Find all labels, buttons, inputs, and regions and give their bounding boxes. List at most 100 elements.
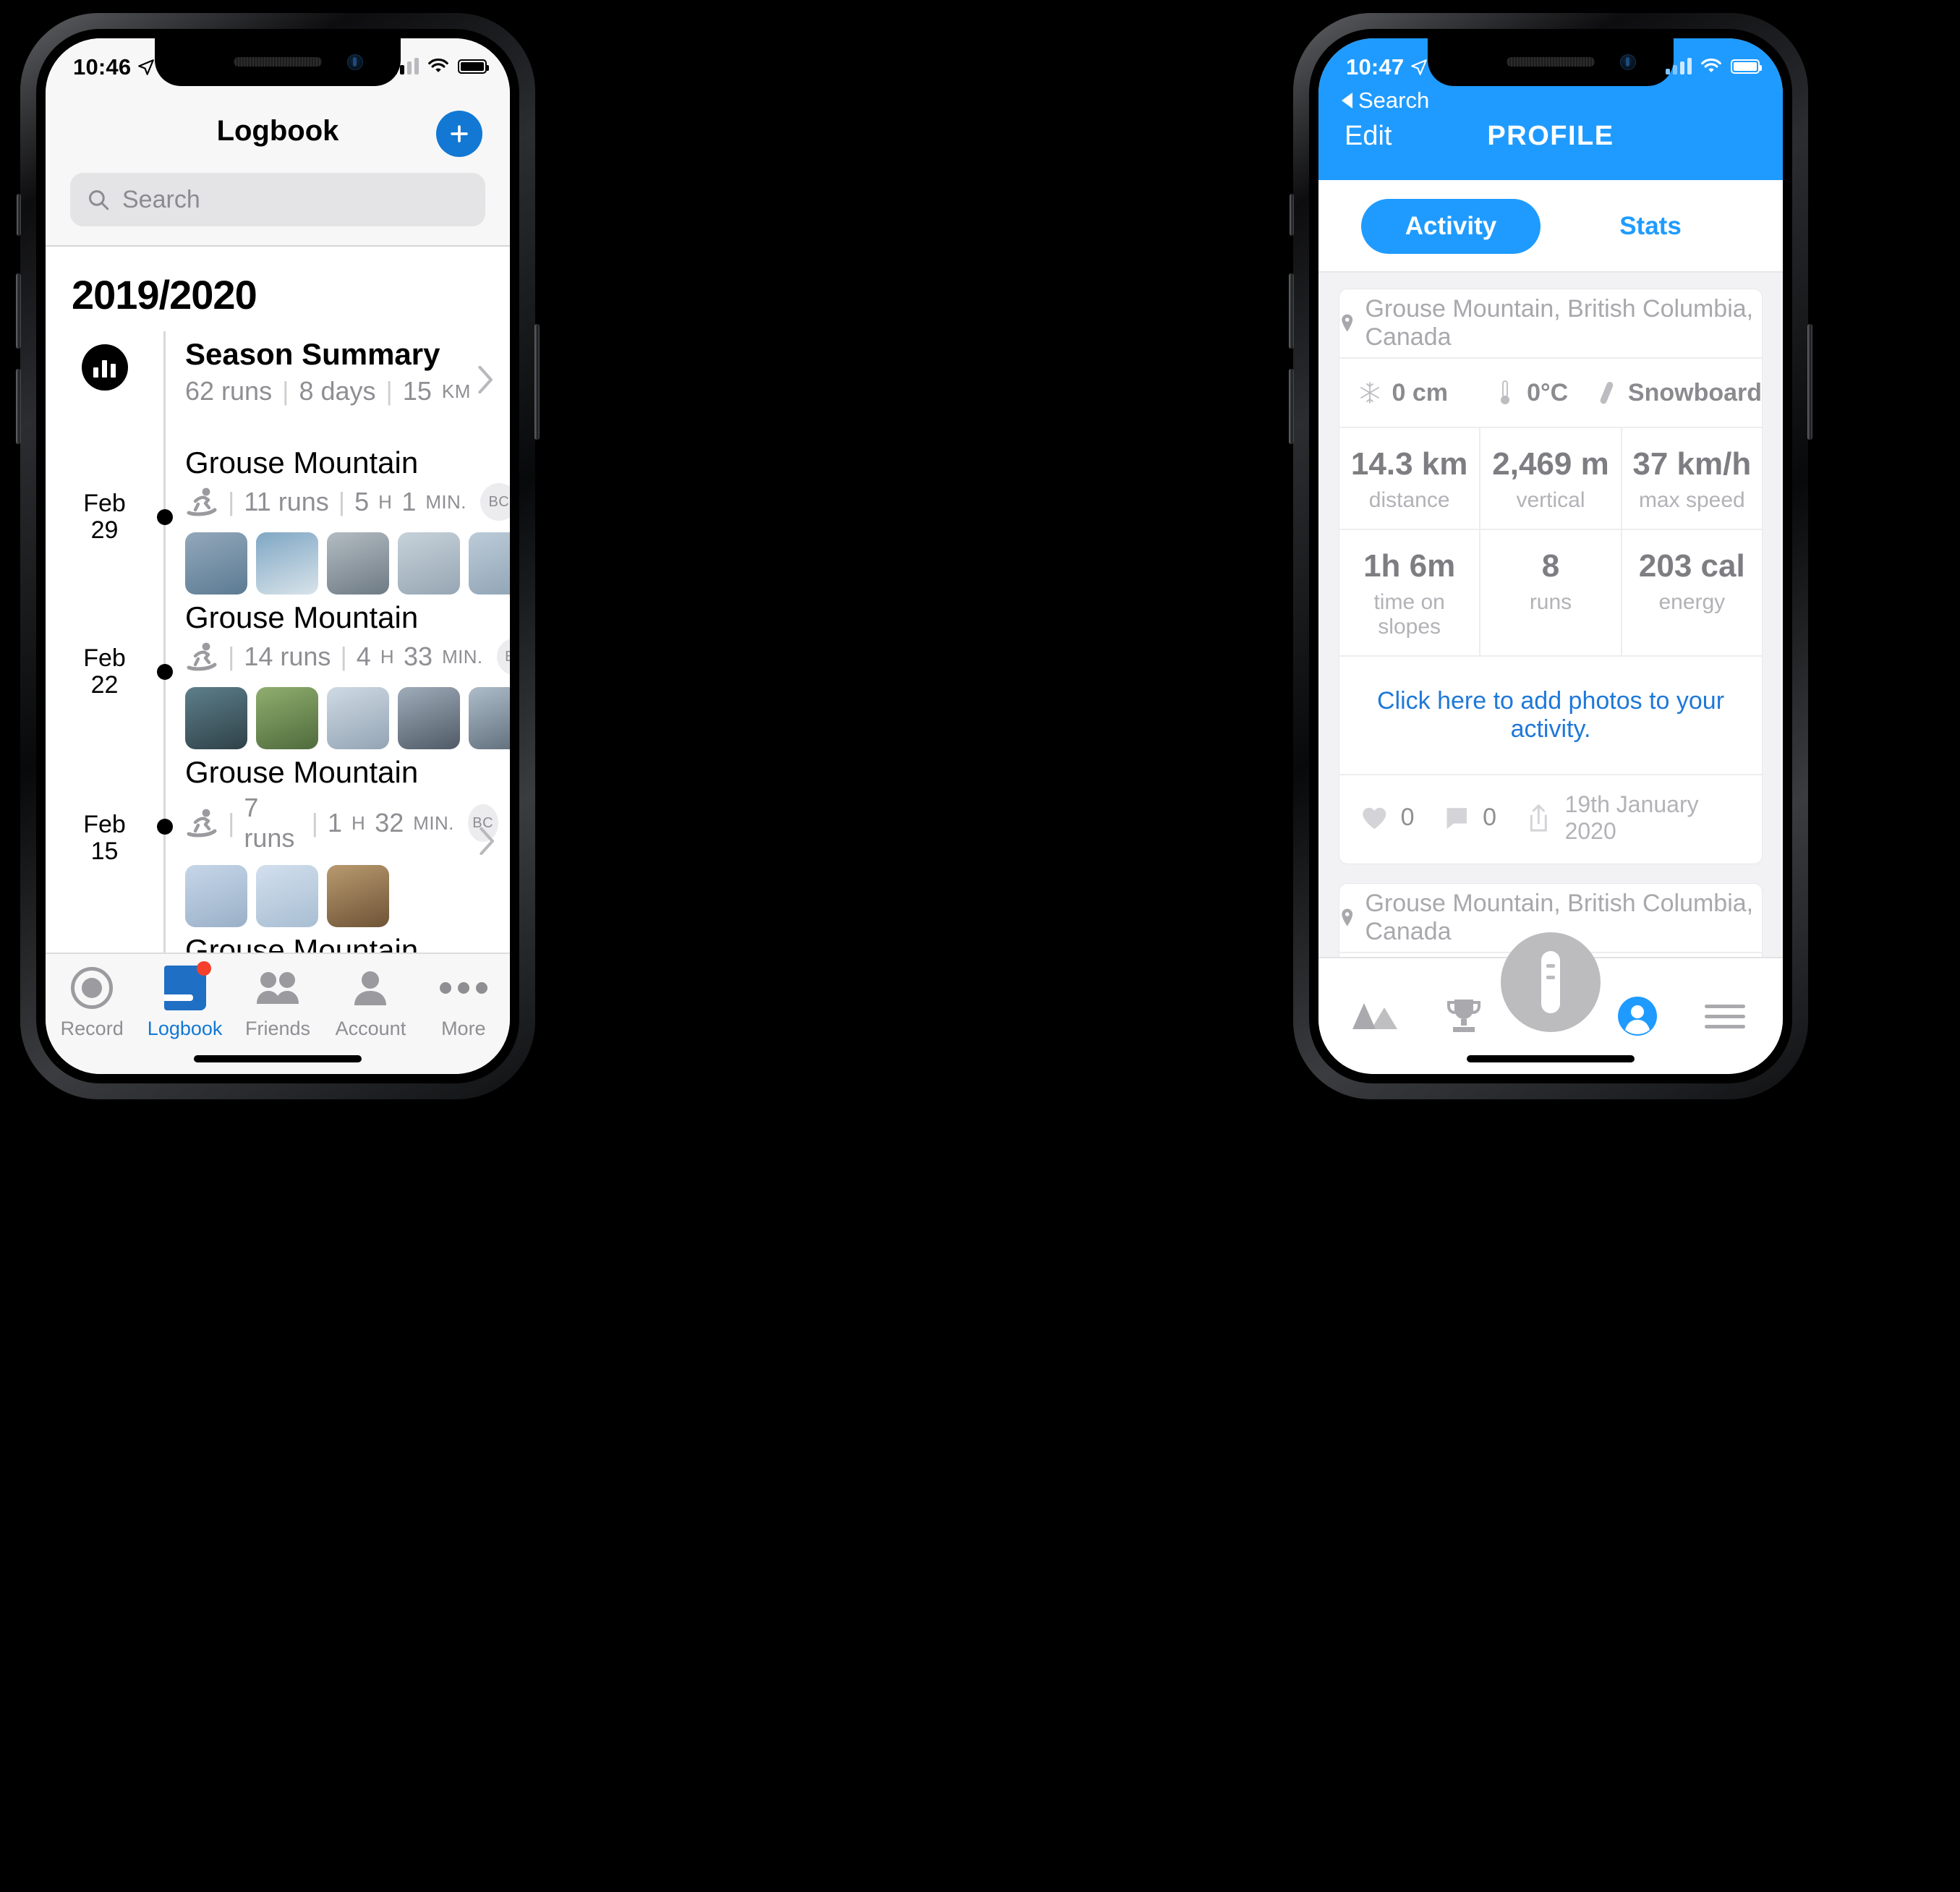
share-icon[interactable] (1525, 804, 1552, 832)
tab-activity[interactable]: Activity (1361, 199, 1541, 254)
logbook-entry[interactable]: Feb 15 Grouse Mountain | 7 runs | 1 H 32… (46, 749, 510, 927)
thumbnail[interactable] (327, 532, 389, 595)
snowboarder-icon (187, 642, 217, 671)
logbook-entry[interactable]: Feb 22 Grouse Mountain | 14 runs | 4 H 3… (46, 595, 510, 749)
entry-thumbnails[interactable] (163, 676, 510, 749)
volume-up-button[interactable] (1289, 273, 1294, 349)
power-button[interactable] (534, 324, 540, 440)
entry-thumbnails[interactable] (163, 853, 498, 927)
activity-feed[interactable]: Grouse Mountain, British Columbia, Canad… (1318, 273, 1783, 957)
season-summary-stats: 62 runs | 8 days | 15 KM (163, 376, 497, 406)
trophy-icon (1446, 1000, 1480, 1032)
status-time: 10:47 (1346, 54, 1428, 80)
entry-main: Grouse Mountain | 7 runs | 1 H 32 MIN. B… (163, 749, 510, 927)
search-input[interactable]: Search (70, 173, 485, 226)
volume-down-button[interactable] (1289, 369, 1294, 444)
book-icon (163, 961, 211, 1010)
entry-runs: 11 runs (244, 487, 329, 516)
entry-hours: 1 (328, 808, 343, 838)
tab-more[interactable]: More (417, 966, 510, 1074)
season-summary-icon-cell (46, 331, 163, 391)
thumbnail[interactable] (185, 687, 247, 749)
stat-time-label: time on slopes (1373, 589, 1445, 639)
entry-date: Jan 19 (46, 927, 163, 953)
summary-days: 8 days (299, 376, 376, 406)
chevron-right-icon (478, 365, 494, 394)
entry-resort: Grouse Mountain (185, 446, 419, 480)
snowboarder-icon (187, 487, 217, 516)
entry-month: Feb (83, 490, 126, 518)
thumbnail[interactable] (327, 687, 389, 749)
stat-vertical: 2,469 m vertical (1480, 428, 1622, 529)
card-footer: 0 0 19th January 2020 (1339, 773, 1762, 864)
add-photos-link[interactable]: Click here to add photos to your activit… (1339, 655, 1762, 774)
page-title: PROFILE (1487, 121, 1614, 151)
logbook-navbar: Logbook (46, 105, 510, 166)
status-indicators (393, 57, 489, 75)
status-time-text: 10:47 (1346, 54, 1405, 80)
thumbnail[interactable] (256, 687, 318, 749)
thumbnail[interactable] (256, 532, 318, 595)
thumbnail[interactable] (185, 865, 247, 927)
wifi-icon (428, 58, 448, 72)
tab-achievements[interactable] (1420, 995, 1507, 1037)
search-placeholder: Search (122, 185, 200, 213)
summary-runs: 62 runs (185, 376, 273, 406)
entry-meta: | 11 runs | 5 H 1 MIN. BC (163, 483, 510, 521)
heart-icon[interactable] (1361, 804, 1388, 832)
activity-card[interactable]: Grouse Mountain, British Columbia, Canad… (1339, 289, 1763, 864)
back-to-search-link[interactable]: Search (1342, 88, 1429, 114)
season-summary-row[interactable]: Season Summary 62 runs | 8 days | 15 KM (46, 331, 510, 440)
stat-max-speed-value: 37 km/h (1632, 446, 1752, 482)
power-button[interactable] (1807, 324, 1812, 440)
stat-vertical-value: 2,469 m (1492, 446, 1609, 482)
thumbnail[interactable] (469, 687, 510, 749)
wifi-icon (1701, 58, 1721, 72)
tab-resorts[interactable] (1333, 999, 1420, 1034)
entry-minutes-unit: MIN. (413, 811, 454, 834)
thumbnail[interactable] (327, 865, 389, 927)
thumbnail[interactable] (469, 532, 510, 595)
sep: | (340, 642, 347, 671)
status-bar-right: 10:47 Search (1318, 38, 1783, 113)
home-indicator[interactable] (194, 1055, 362, 1062)
thumbnail[interactable] (398, 687, 460, 749)
stat-energy: 203 cal energy (1622, 528, 1762, 655)
entry-hours: 4 (356, 642, 371, 671)
logbook-list[interactable]: 2019/2020 Season Summary 62 runs | 8 day… (46, 247, 510, 953)
chevron-right-icon (479, 827, 495, 856)
volume-down-button[interactable] (16, 369, 21, 444)
thumbnail[interactable] (256, 865, 318, 927)
entry-main: Grouse Mountain | 11 runs | 5 H 1 MIN. B… (163, 440, 510, 595)
record-board-icon[interactable] (1501, 932, 1601, 1032)
stat-time-on-slopes: 1h 6m time on slopes (1339, 528, 1481, 655)
tab-account-label: Account (335, 1018, 406, 1039)
season-summary-title: Season Summary (185, 337, 440, 371)
activity-date: 19th January 2020 (1564, 791, 1699, 844)
comment-count: 0 (1483, 804, 1496, 832)
like-count: 0 (1400, 804, 1415, 832)
logbook-entry[interactable]: Jan 19 Grouse Mountain (46, 927, 510, 953)
entry-main: Grouse Mountain | 8 runs (163, 927, 510, 953)
ellipsis-icon (439, 966, 487, 1010)
thumbnail[interactable] (398, 532, 460, 595)
tab-profile[interactable] (1594, 995, 1681, 1037)
logbook-entry[interactable]: Feb 29 Grouse Mountain | 11 runs | 5 H 1… (46, 440, 510, 595)
home-indicator[interactable] (1467, 1055, 1635, 1062)
battery-icon (1731, 59, 1762, 74)
volume-up-button[interactable] (16, 273, 21, 349)
entry-thumbnails[interactable] (163, 521, 510, 595)
summary-distance: 15 (402, 376, 432, 406)
mute-switch[interactable] (17, 194, 21, 236)
mute-switch[interactable] (1290, 194, 1294, 236)
battery-icon (458, 59, 489, 74)
comment-icon[interactable] (1444, 804, 1470, 832)
tab-stats[interactable]: Stats (1561, 199, 1740, 254)
tab-menu[interactable] (1682, 998, 1768, 1035)
profile-header: 10:47 Search Edit PROFILE (1318, 38, 1783, 180)
thumbnail[interactable] (185, 532, 247, 595)
tab-record[interactable]: Record (46, 966, 138, 1074)
entry-runs: 7 runs (244, 793, 295, 853)
add-activity-button[interactable] (436, 111, 482, 157)
region-badge: BC (480, 483, 510, 521)
